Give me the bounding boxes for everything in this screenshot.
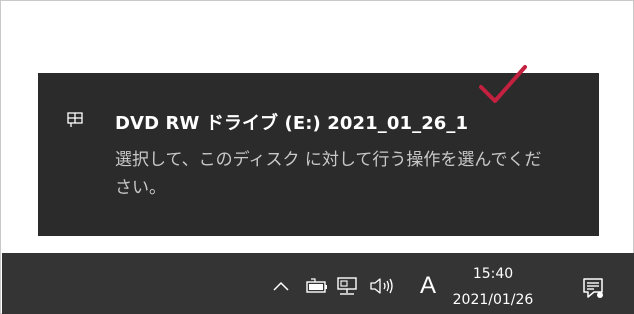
volume-icon[interactable]	[369, 277, 397, 295]
network-icon[interactable]	[337, 277, 359, 295]
checkmark-annotation-icon	[479, 65, 527, 103]
clock-date: 2021/01/26	[452, 292, 534, 308]
clock-time: 15:40	[472, 266, 514, 282]
taskbar-clock[interactable]: 15:40 2021/01/26	[450, 261, 536, 313]
toast-message: 選択して、このディスク に対して行う操作を選んでください。	[115, 150, 542, 198]
screen: DVD RW ドライブ (E:) 2021_01_26_1 選択して、このディス…	[0, 0, 634, 314]
taskbar: A 15:40 2021/01/26	[2, 253, 634, 314]
drive-icon	[67, 112, 83, 127]
notification-icon[interactable]	[582, 277, 604, 299]
chevron-up-icon[interactable]	[273, 280, 289, 292]
toast-title: DVD RW ドライブ (E:) 2021_01_26_1	[115, 113, 469, 134]
ime-indicator[interactable]: A	[420, 272, 436, 300]
battery-icon[interactable]	[306, 278, 328, 294]
